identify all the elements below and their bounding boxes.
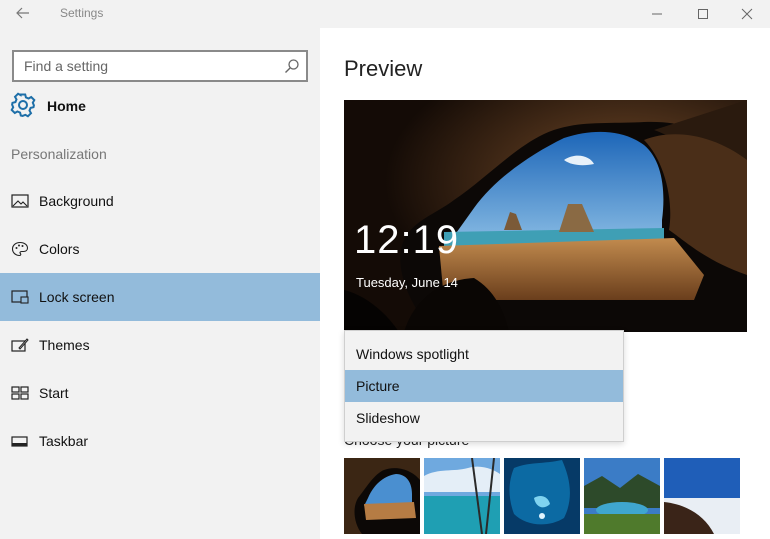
- taskbar-icon: [11, 436, 28, 447]
- lock-screen-date: Tuesday, June 14: [356, 275, 458, 290]
- section-heading: Personalization: [11, 146, 107, 162]
- sidebar-item-label: Start: [39, 385, 69, 401]
- picture-thumbnail[interactable]: [504, 458, 580, 534]
- sidebar: Home Personalization Background Colors L…: [0, 28, 320, 539]
- sidebar-item-label: Lock screen: [39, 289, 115, 305]
- home-label: Home: [47, 98, 86, 114]
- sidebar-item-background[interactable]: Background: [0, 177, 320, 225]
- picture-thumbnail[interactable]: [584, 458, 660, 534]
- start-icon: [11, 386, 29, 400]
- dropdown-option-windows-spotlight[interactable]: Windows spotlight: [345, 338, 623, 370]
- dropdown-option-label: Windows spotlight: [356, 346, 469, 362]
- close-icon: [741, 8, 753, 20]
- lock-screen-time: 12:19: [354, 218, 460, 262]
- sidebar-item-label: Colors: [39, 241, 80, 257]
- home-link[interactable]: Home: [10, 92, 310, 120]
- dropdown-option-picture[interactable]: Picture: [345, 370, 623, 402]
- minimize-icon: [652, 13, 662, 15]
- picture-thumbnail[interactable]: [664, 458, 740, 534]
- lock-screen-icon: [11, 290, 29, 304]
- picture-thumbnail[interactable]: [424, 458, 500, 534]
- sidebar-item-taskbar[interactable]: Taskbar: [0, 417, 320, 465]
- window-title: Settings: [60, 6, 104, 20]
- picture-icon: [11, 194, 29, 208]
- sidebar-item-label: Taskbar: [39, 433, 89, 449]
- dropdown-option-label: Slideshow: [356, 410, 420, 426]
- dropdown-option-label: Picture: [356, 378, 400, 394]
- page-title: Preview: [344, 56, 423, 81]
- maximize-button[interactable]: [680, 0, 726, 28]
- background-dropdown-list[interactable]: Windows spotlight Picture Slideshow: [344, 330, 624, 442]
- search-input[interactable]: [24, 57, 274, 75]
- search-box[interactable]: [12, 50, 308, 82]
- minimize-button[interactable]: [634, 0, 680, 28]
- sidebar-item-label: Background: [39, 193, 114, 209]
- back-arrow-icon: [16, 7, 29, 19]
- picture-thumbnail[interactable]: [344, 458, 420, 534]
- themes-icon: [11, 338, 29, 352]
- back-button[interactable]: [12, 4, 34, 22]
- sidebar-item-lock-screen[interactable]: Lock screen: [0, 273, 320, 321]
- close-button[interactable]: [724, 0, 770, 28]
- title-bar: Settings: [0, 0, 770, 28]
- lock-screen-preview: 12:19 Tuesday, June 14: [344, 100, 747, 332]
- sidebar-item-label: Themes: [39, 337, 90, 353]
- maximize-icon: [698, 9, 708, 19]
- main-panel: Preview 12:19 Tuesday, June 14 Windows s…: [320, 28, 770, 539]
- dropdown-option-slideshow[interactable]: Slideshow: [345, 402, 623, 434]
- sidebar-item-themes[interactable]: Themes: [0, 321, 320, 369]
- sidebar-item-colors[interactable]: Colors: [0, 225, 320, 273]
- sidebar-item-start[interactable]: Start: [0, 369, 320, 417]
- gear-icon: [10, 92, 36, 118]
- search-icon[interactable]: [284, 58, 300, 74]
- cave-beach-image: [344, 100, 747, 332]
- palette-icon: [11, 241, 29, 257]
